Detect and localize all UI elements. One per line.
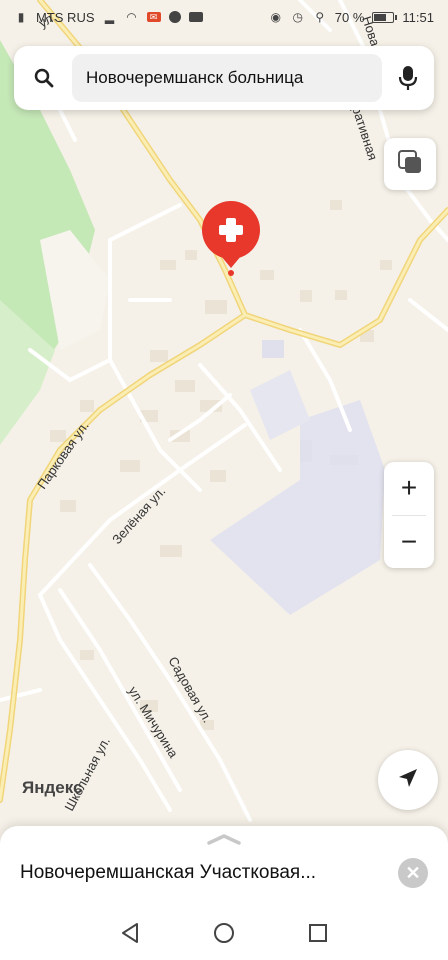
eye-icon: ◉ (270, 10, 282, 24)
envelope-icon (188, 12, 203, 22)
place-title[interactable]: Новочеремшанская Участковая... (20, 862, 380, 884)
close-icon: ✕ (405, 862, 421, 883)
recents-square-icon (308, 923, 328, 948)
my-location-button[interactable] (378, 750, 438, 810)
zoom-out-button[interactable]: − (384, 515, 434, 568)
close-card-button[interactable]: ✕ (398, 858, 428, 888)
search-input[interactable]: Новочеремшанск больница (72, 54, 382, 102)
back-button[interactable] (118, 922, 142, 949)
wifi-icon: ◠ (126, 10, 137, 24)
home-button[interactable] (212, 922, 236, 949)
map-canvas[interactable]: Парковая ул. Зелёная ул. Садовая ул. ул.… (0, 0, 448, 960)
layers-button[interactable] (384, 138, 436, 190)
yandex-logo: Яндекс (22, 778, 83, 797)
signal-icon: ▂ (104, 10, 115, 24)
system-nav-bar (0, 910, 448, 960)
sim-icon: ▮ (17, 10, 25, 24)
clock: 11:51 (402, 9, 434, 25)
alarm-icon: ◷ (292, 10, 304, 24)
zoom-in-button[interactable]: + (384, 462, 434, 515)
carrier-label: MTS RUS (36, 9, 95, 25)
search-icon[interactable] (28, 62, 60, 94)
microphone-icon[interactable] (392, 62, 424, 94)
card-handle-icon[interactable] (205, 832, 243, 846)
home-circle-icon (213, 922, 235, 949)
zoom-controls: + − (384, 462, 434, 568)
mail-notification-icon: ✉ (146, 12, 161, 22)
search-bar: Новочеремшанск больница (14, 46, 434, 110)
recents-button[interactable] (306, 923, 330, 947)
chat-notification-icon (168, 11, 181, 23)
battery-icon (372, 11, 398, 23)
navigation-arrow-icon (396, 766, 420, 795)
layers-icon (397, 149, 423, 180)
location-icon: ⚲ (315, 10, 325, 24)
battery-percent: 70 % (334, 9, 365, 25)
back-triangle-icon (120, 922, 140, 949)
status-bar: ▮ MTS RUS ▂ ◠ ✉ ◉ ◷ ⚲ 70 % 11:51 (0, 0, 448, 34)
